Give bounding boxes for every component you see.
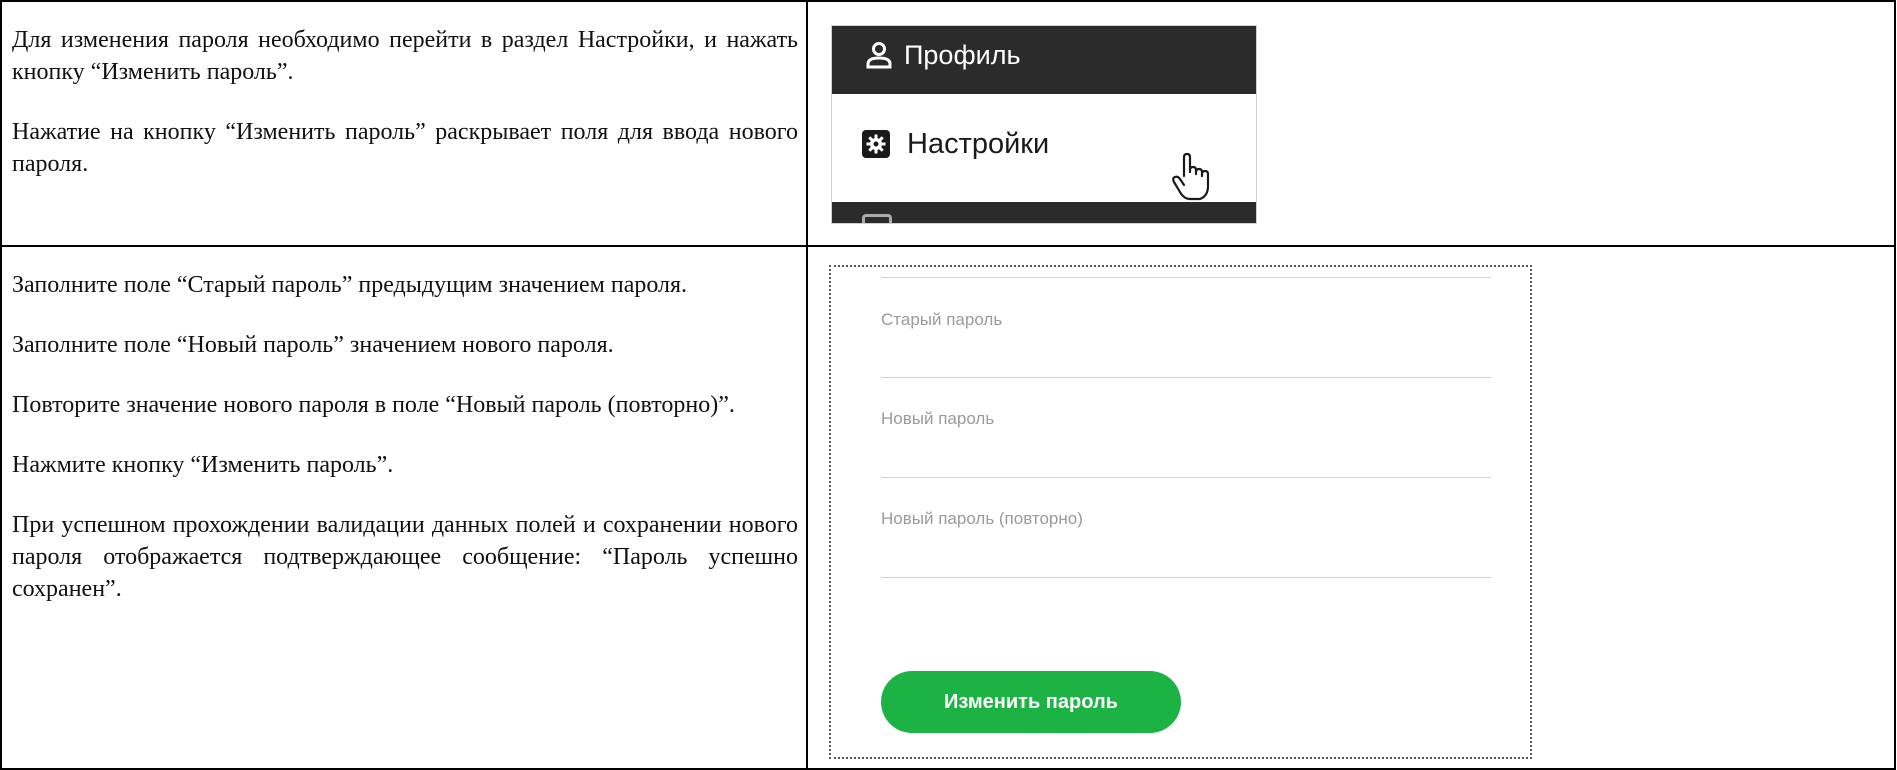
user-icon xyxy=(866,42,892,69)
divider xyxy=(881,277,1491,278)
menu-item-profile-label: Профиль xyxy=(904,39,1021,70)
repeat-password-field[interactable] xyxy=(881,577,1491,578)
instruction-paragraph: Повторите значение нового пароля в поле … xyxy=(12,392,735,418)
old-password-field[interactable] xyxy=(881,377,1491,378)
menu-item-settings-label: Настройки xyxy=(907,127,1050,160)
screenshot-cell: Старый пароль Новый пароль Новый пароль … xyxy=(806,245,1896,770)
instruction-paragraph: Нажмите кнопку “Изменить пароль”. xyxy=(12,452,394,478)
menu-item-profile[interactable]: Профиль xyxy=(832,26,1256,94)
instruction-table: Для изменения пароля необходимо перейти … xyxy=(0,0,1896,770)
instruction-paragraph: Заполните поле “Новый пароль” значением … xyxy=(12,332,614,358)
repeat-password-label: Новый пароль (повторно) xyxy=(881,509,1083,528)
sidebar-menu-screenshot: Профиль Настройки xyxy=(831,25,1257,224)
menu-item-next-partial xyxy=(832,202,1256,223)
instruction-paragraph: Заполните поле “Старый пароль” предыдущи… xyxy=(12,272,688,298)
instruction-text-cell: Для изменения пароля необходимо перейти … xyxy=(0,0,808,247)
new-password-label: Новый пароль xyxy=(881,409,995,428)
instruction-row-change-password: Для изменения пароля необходимо перейти … xyxy=(0,0,1896,247)
instruction-paragraph: Для изменения пароля необходимо перейти … xyxy=(12,27,798,85)
new-password-field[interactable] xyxy=(881,477,1491,478)
instruction-paragraph: Нажатие на кнопку “Изменить пароль” раск… xyxy=(12,119,798,177)
change-password-form-screenshot: Старый пароль Новый пароль Новый пароль … xyxy=(829,265,1532,759)
instruction-paragraph: При успешном прохождении валидации данны… xyxy=(12,512,798,602)
partial-icon xyxy=(862,214,892,223)
instruction-row-fill-form: Заполните поле “Старый пароль” предыдущи… xyxy=(0,245,1896,770)
gear-icon xyxy=(862,130,890,158)
change-password-button[interactable]: Изменить пароль xyxy=(881,671,1181,733)
old-password-label: Старый пароль xyxy=(881,310,1003,329)
hand-pointer-icon xyxy=(1172,152,1210,201)
screenshot-cell: Профиль Настройки xyxy=(806,0,1896,247)
instruction-text-cell: Заполните поле “Старый пароль” предыдущи… xyxy=(0,245,808,770)
